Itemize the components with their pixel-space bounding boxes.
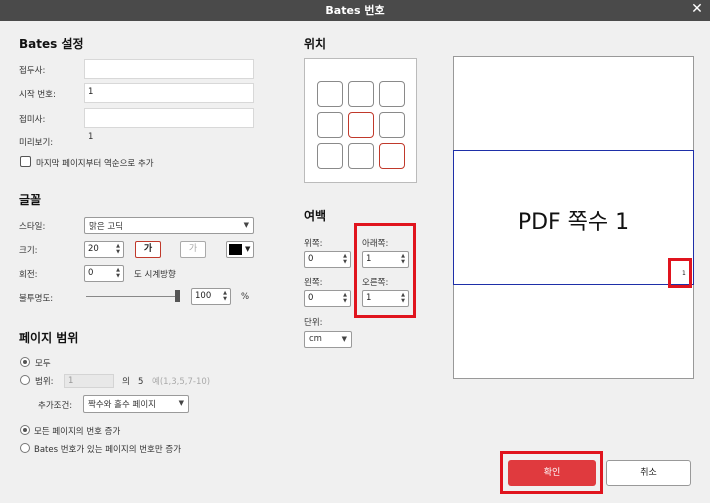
range-custom-radio[interactable] bbox=[20, 375, 30, 385]
italic-button[interactable]: 가 bbox=[180, 241, 206, 258]
reverse-order-label: 마지막 페이지부터 역순으로 추가 bbox=[36, 159, 154, 169]
chevron-down-icon: ▼ bbox=[245, 245, 251, 253]
start-number-label: 시작 번호: bbox=[19, 90, 56, 100]
window-titlebar: Bates 번호 ✕ bbox=[0, 0, 710, 21]
stepper-arrows-icon: ▲ ▼ bbox=[223, 290, 227, 302]
position-cell-top-left[interactable] bbox=[317, 81, 343, 107]
position-cell-bottom-right[interactable] bbox=[379, 143, 405, 169]
margin-bottom-value: 1 bbox=[366, 254, 372, 264]
rotate-stepper[interactable]: 0 ▲ ▼ bbox=[84, 265, 124, 282]
font-size-value: 20 bbox=[88, 244, 99, 254]
opacity-unit: % bbox=[241, 292, 250, 302]
margin-right-value: 1 bbox=[366, 293, 372, 303]
range-input[interactable]: 1 bbox=[64, 374, 114, 388]
font-style-select[interactable]: 맑은 고딕 ▼ bbox=[84, 217, 254, 234]
range-total: 5 bbox=[138, 377, 144, 387]
margin-bottom-label: 아래쪽: bbox=[362, 239, 389, 249]
bold-button[interactable]: 가 bbox=[135, 241, 161, 258]
margin-top-value: 0 bbox=[308, 254, 314, 264]
position-cell-middle-center[interactable] bbox=[348, 112, 374, 138]
preview-page-text: PDF 쪽수 1 bbox=[517, 210, 630, 235]
cancel-button[interactable]: 취소 bbox=[606, 460, 691, 486]
chevron-down-icon: ▼ bbox=[243, 221, 249, 229]
stepper-arrows-icon: ▲ ▼ bbox=[401, 253, 405, 265]
margin-title: 여백 bbox=[304, 209, 327, 223]
increase-bates-radio[interactable] bbox=[20, 443, 30, 453]
margin-left-stepper[interactable]: 0 ▲ ▼ bbox=[304, 290, 351, 307]
range-all-radio[interactable] bbox=[20, 357, 30, 367]
window-title: Bates 번호 bbox=[325, 4, 385, 17]
margin-top-label: 위쪽: bbox=[304, 239, 323, 249]
stepper-arrows-icon: ▲ ▼ bbox=[116, 267, 120, 279]
position-cell-bottom-center[interactable] bbox=[348, 143, 374, 169]
range-of-label: 의 bbox=[122, 377, 130, 387]
prefix-label: 접두사: bbox=[19, 66, 46, 76]
rotate-value: 0 bbox=[88, 268, 94, 278]
stepper-arrows-icon: ▲ ▼ bbox=[343, 292, 347, 304]
suffix-input[interactable] bbox=[84, 108, 254, 128]
increase-all-radio[interactable] bbox=[20, 425, 30, 435]
position-cell-top-right[interactable] bbox=[379, 81, 405, 107]
stepper-arrows-icon: ▲ ▼ bbox=[116, 243, 120, 255]
stepper-arrows-icon: ▲ ▼ bbox=[343, 253, 347, 265]
opacity-value: 100 bbox=[195, 291, 212, 301]
font-style-label: 스타일: bbox=[19, 222, 46, 232]
range-example: 예(1,3,5,7-10) bbox=[152, 377, 211, 387]
position-cell-middle-right[interactable] bbox=[379, 112, 405, 138]
margin-right-stepper[interactable]: 1 ▲ ▼ bbox=[362, 290, 409, 307]
position-grid bbox=[304, 58, 417, 183]
font-style-value: 맑은 고딕 bbox=[89, 222, 123, 232]
settings-title: Bates 설정 bbox=[19, 37, 84, 51]
rotate-unit: 도 시계방향 bbox=[134, 270, 176, 280]
position-title: 위치 bbox=[304, 37, 327, 51]
ok-button[interactable]: 확인 bbox=[508, 460, 596, 486]
preview-bates-number: 1 bbox=[682, 270, 686, 277]
condition-value: 짝수와 홀수 페이지 bbox=[88, 400, 156, 410]
increase-all-label: 모든 페이지의 번호 증가 bbox=[34, 427, 121, 437]
suffix-label: 접미사: bbox=[19, 115, 46, 125]
condition-label: 추가조건: bbox=[38, 401, 73, 411]
page-range-title: 페이지 범위 bbox=[19, 331, 79, 345]
font-size-label: 크기: bbox=[19, 246, 38, 256]
font-size-stepper[interactable]: 20 ▲ ▼ bbox=[84, 241, 124, 258]
margin-top-stepper[interactable]: 0 ▲ ▼ bbox=[304, 251, 351, 268]
margin-left-label: 왼쪽: bbox=[304, 278, 323, 288]
unit-label: 단위: bbox=[304, 318, 323, 328]
margin-right-label: 오른쪽: bbox=[362, 278, 389, 288]
prefix-input[interactable] bbox=[84, 59, 254, 79]
stepper-arrows-icon: ▲ ▼ bbox=[401, 292, 405, 304]
position-cell-bottom-left[interactable] bbox=[317, 143, 343, 169]
range-all-label: 모두 bbox=[35, 359, 51, 369]
margin-bottom-stepper[interactable]: 1 ▲ ▼ bbox=[362, 251, 409, 268]
highlight-box-number bbox=[668, 258, 692, 288]
unit-value: cm bbox=[309, 334, 322, 344]
range-custom-label: 범위: bbox=[35, 377, 54, 387]
margin-left-value: 0 bbox=[308, 293, 314, 303]
font-title: 글꼴 bbox=[19, 193, 42, 207]
chevron-down-icon: ▼ bbox=[341, 335, 347, 343]
color-swatch bbox=[229, 244, 242, 255]
opacity-slider-track[interactable] bbox=[86, 296, 180, 297]
opacity-slider-handle[interactable] bbox=[175, 290, 180, 302]
start-number-input[interactable]: 1 bbox=[84, 83, 254, 103]
close-icon[interactable]: ✕ bbox=[690, 0, 704, 21]
increase-bates-label: Bates 번호가 있는 페이지의 번호만 증가 bbox=[34, 445, 182, 455]
preview-value: 1 bbox=[88, 132, 94, 142]
condition-select[interactable]: 짝수와 홀수 페이지 ▼ bbox=[83, 395, 189, 413]
chevron-down-icon: ▼ bbox=[178, 399, 184, 407]
opacity-label: 불투명도: bbox=[19, 294, 54, 304]
preview-label: 미리보기: bbox=[19, 138, 54, 148]
font-color-picker[interactable]: ▼ bbox=[226, 241, 254, 258]
position-cell-middle-left[interactable] bbox=[317, 112, 343, 138]
unit-select[interactable]: cm ▼ bbox=[304, 331, 352, 348]
position-cell-top-center[interactable] bbox=[348, 81, 374, 107]
opacity-stepper[interactable]: 100 ▲ ▼ bbox=[191, 288, 231, 305]
reverse-order-checkbox[interactable] bbox=[20, 156, 31, 167]
rotate-label: 회전: bbox=[19, 270, 38, 280]
